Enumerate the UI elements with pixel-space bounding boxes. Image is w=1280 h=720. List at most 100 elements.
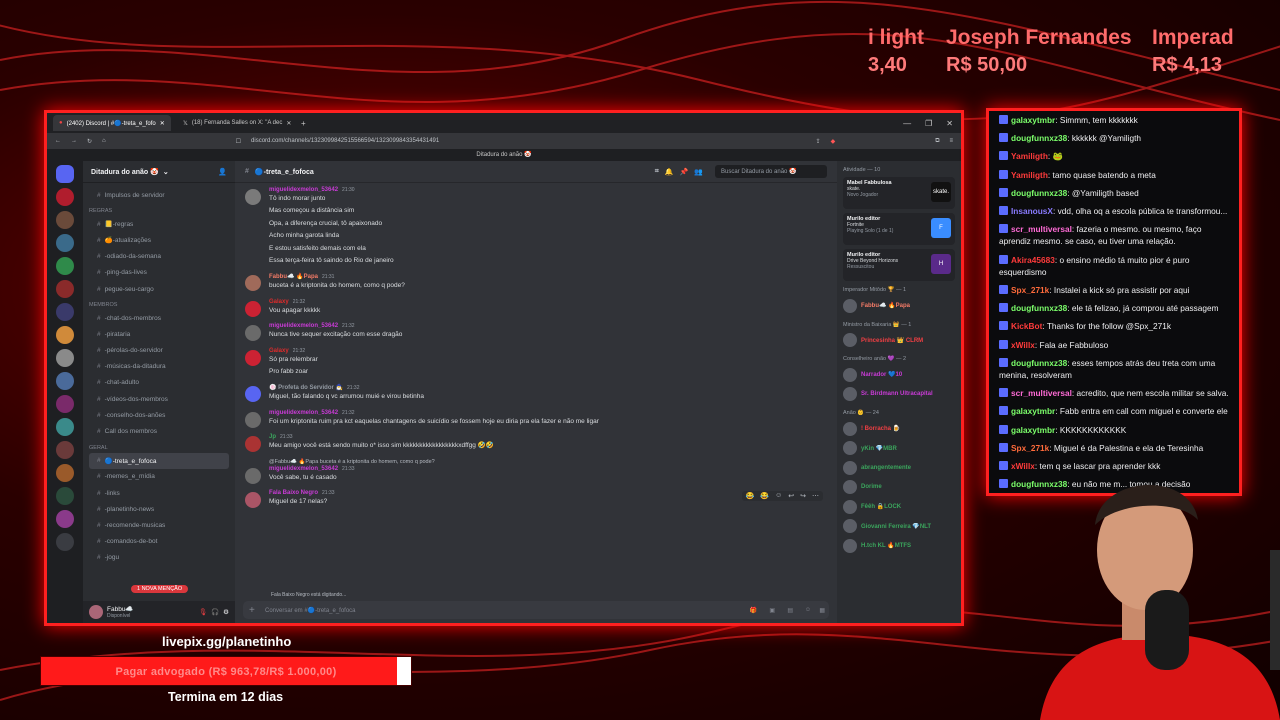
back-icon[interactable]: ← xyxy=(55,138,61,144)
add-attachment-icon[interactable]: + xyxy=(249,605,255,616)
close-icon[interactable]: ✕ xyxy=(160,120,165,127)
channel-item[interactable]: # -pirataria xyxy=(89,326,229,342)
url-field[interactable]: discord.com/channels/1323099842515566594… xyxy=(251,138,805,144)
channel-item[interactable]: # pegue-seu-cargo xyxy=(89,281,229,297)
chat-username[interactable]: InsanousX xyxy=(1011,206,1053,216)
avatar[interactable] xyxy=(245,349,261,366)
channel-category[interactable]: Regras xyxy=(89,208,229,214)
home-icon[interactable]: ⌂ xyxy=(102,138,106,144)
chat-username[interactable]: Spx_271k xyxy=(1011,285,1049,295)
chat-username[interactable]: dougfunnxz38 xyxy=(1011,303,1067,313)
channel-item[interactable]: # 🍊-atualizações xyxy=(89,232,229,248)
sticker-icon[interactable]: ▤ xyxy=(787,607,793,614)
server-icon[interactable] xyxy=(56,211,74,229)
gift-icon[interactable]: 🎁 xyxy=(750,607,757,614)
bell-icon[interactable]: 🔔 xyxy=(665,168,674,176)
server-icon[interactable] xyxy=(56,441,74,459)
search-input[interactable]: Buscar Ditadura do anão 🤡 xyxy=(715,165,827,178)
author-name[interactable]: Galaxy xyxy=(269,299,289,305)
channel-item[interactable]: # -chat-adulto xyxy=(89,375,229,391)
avatar[interactable] xyxy=(245,436,261,453)
message-author[interactable]: 🍥 Profeta do Servidor 🧙‍♂️ 21:32 xyxy=(269,384,424,391)
server-icon[interactable] xyxy=(56,418,74,436)
extensions-icon[interactable]: ⧉ xyxy=(935,138,939,145)
more-icon[interactable]: ⋯ xyxy=(812,492,819,500)
server-icon[interactable] xyxy=(56,303,74,321)
chat-username[interactable]: Yamiligth xyxy=(1011,151,1048,161)
chat-username[interactable]: Yamiligth xyxy=(1011,170,1048,180)
chat-username[interactable]: dougfunnxz38 xyxy=(1011,358,1067,368)
channel-item[interactable]: # -jogu xyxy=(89,550,229,566)
server-header[interactable]: Ditadura do anão 🤡 ⌄ 👤 xyxy=(83,161,235,183)
tab-x[interactable]: 𝕏 (18) Fernanda Salles on X: "A dec ✕ xyxy=(177,115,295,131)
channel-item[interactable]: # -links xyxy=(89,485,229,501)
server-icon[interactable] xyxy=(56,349,74,367)
emoji-icon[interactable]: ☺ xyxy=(805,607,811,613)
server-icon[interactable] xyxy=(56,326,74,344)
member-item[interactable]: Giovanni Ferreira 💎NLT xyxy=(843,517,955,537)
avatar[interactable] xyxy=(245,300,261,317)
reaction-icon[interactable]: 😂 xyxy=(760,492,769,500)
member-item[interactable]: Fabbu☁️ 🔥Papa xyxy=(843,296,955,316)
chat-username[interactable]: Akira45683 xyxy=(1011,255,1055,265)
author-name[interactable]: Galaxy xyxy=(269,348,289,354)
tab-discord[interactable]: ● (2402) Discord | #🔵-treta_e_fofo ✕ xyxy=(53,115,171,131)
avatar[interactable] xyxy=(245,386,261,403)
new-mention-pill[interactable]: 1 NOVA MENÇÃO xyxy=(131,585,189,593)
channel-item[interactable]: # Call dos membros xyxy=(89,423,229,439)
activity-card[interactable]: Murilo editor Drive Beyond Horizons Ressus… xyxy=(843,249,955,281)
channel-item[interactable]: # -vídeos-dos-membros xyxy=(89,391,229,407)
mic-muted-icon[interactable]: 🎙 xyxy=(199,608,207,616)
server-icon[interactable] xyxy=(56,464,74,482)
server-icon[interactable] xyxy=(56,188,74,206)
avatar[interactable] xyxy=(245,275,261,292)
discord-home-icon[interactable] xyxy=(56,165,74,183)
channel-item[interactable]: # -ping-das-lives xyxy=(89,265,229,281)
server-icon[interactable] xyxy=(56,510,74,528)
channel-item[interactable]: # Impulsos de servidor xyxy=(89,187,229,203)
server-icon[interactable] xyxy=(56,533,74,551)
headset-icon[interactable]: 🎧 xyxy=(211,608,219,616)
chat-username[interactable]: scr_multiversal xyxy=(1011,388,1072,398)
channel-item[interactable]: # -planetinho-news xyxy=(89,501,229,517)
member-item[interactable]: H.tch KL 🔥MTFS xyxy=(843,536,955,556)
chat-username[interactable]: KickBot xyxy=(1011,321,1042,331)
channel-item[interactable]: # -pérolas-do-servidor xyxy=(89,343,229,359)
member-item[interactable]: Narrador 💙10 xyxy=(843,365,955,385)
apps-icon[interactable]: ▦ xyxy=(819,607,825,614)
channel-category[interactable]: Geral xyxy=(89,445,229,451)
share-icon[interactable]: ⇪ xyxy=(816,138,821,145)
menu-icon[interactable]: ≡ xyxy=(949,138,953,144)
member-item[interactable]: abrangentemente xyxy=(843,458,955,478)
pin-icon[interactable]: 📌 xyxy=(680,168,689,176)
new-tab-button[interactable]: + xyxy=(301,119,306,128)
channel-item[interactable]: # 📒-regras xyxy=(89,216,229,232)
invite-icon[interactable]: 👤 xyxy=(218,168,227,176)
chat-username[interactable]: dougfunnxz38 xyxy=(1011,188,1067,198)
channel-item[interactable]: # -odiado-da-semana xyxy=(89,249,229,265)
channel-item[interactable]: # -memes_e_mídia xyxy=(89,469,229,485)
emoji-icon[interactable]: ☺ xyxy=(775,492,782,500)
avatar[interactable] xyxy=(89,605,103,619)
member-item[interactable]: Fêêh 🔒LOCK xyxy=(843,497,955,517)
minimize-button[interactable]: — xyxy=(903,119,911,128)
channel-item[interactable]: # -recomende-musicas xyxy=(89,517,229,533)
message-composer[interactable]: + Conversar em #🔵-treta_e_fofoca 🎁 ▣ ▤ ☺… xyxy=(243,601,829,619)
close-window-button[interactable]: ✕ xyxy=(946,119,953,128)
avatar[interactable] xyxy=(245,467,261,484)
avatar[interactable] xyxy=(245,411,261,428)
avatar[interactable] xyxy=(245,325,261,342)
author-name[interactable]: miguelidexmelon_53642 xyxy=(269,466,338,472)
reload-icon[interactable]: ↻ xyxy=(87,138,92,145)
chat-username[interactable]: galaxytmbr xyxy=(1011,406,1055,416)
member-item[interactable]: ! Borracha 🍺 xyxy=(843,419,955,439)
brave-shield-icon[interactable]: ◆ xyxy=(831,138,836,145)
avatar[interactable] xyxy=(245,492,261,509)
members-icon[interactable]: 👥 xyxy=(694,168,703,176)
channel-item[interactable]: # -conselho-dos-anões xyxy=(89,407,229,423)
chat-username[interactable]: Spx_271k xyxy=(1011,443,1049,453)
gif-icon[interactable]: ▣ xyxy=(769,607,775,614)
member-item[interactable]: Princesinha 👑 CLRM xyxy=(843,331,955,351)
chat-username[interactable]: galaxytmbr xyxy=(1011,115,1055,125)
reply-icon[interactable]: ↩ xyxy=(788,492,794,500)
